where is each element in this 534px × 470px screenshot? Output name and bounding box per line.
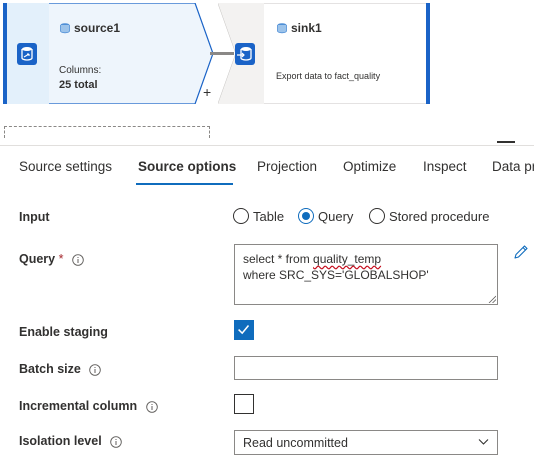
- sink-node-description: Export data to fact_quality: [276, 71, 381, 81]
- tab-data-preview[interactable]: Data pr: [492, 159, 534, 174]
- query-line-1-prefix: select * from: [243, 252, 314, 266]
- tab-source-options[interactable]: Source options: [138, 159, 236, 174]
- add-transformation-button[interactable]: +: [203, 84, 211, 100]
- source-node-title: source1: [74, 21, 121, 35]
- isolation-level-label: Isolation level: [19, 434, 122, 448]
- settings-tab-bar: Source settings Source options Projectio…: [0, 145, 534, 185]
- sink-node-selection-bar: [426, 3, 430, 104]
- radio-table[interactable]: Table: [233, 207, 284, 225]
- isolation-level-selected: Read uncommitted: [243, 436, 348, 450]
- isolation-level-info-icon[interactable]: [110, 435, 122, 448]
- radio-query-circle: [298, 208, 314, 224]
- incremental-column-checkbox[interactable]: [234, 394, 254, 414]
- resize-grip-icon[interactable]: [488, 295, 496, 303]
- radio-stored-procedure[interactable]: Stored procedure: [369, 207, 489, 225]
- batch-size-info-icon[interactable]: [89, 363, 102, 376]
- batch-size-label: Batch size: [19, 362, 102, 376]
- columns-count: 25 total: [59, 79, 98, 91]
- radio-stored-procedure-circle: [369, 208, 385, 224]
- active-tab-indicator: [136, 183, 233, 185]
- edit-pencil-icon[interactable]: [513, 244, 529, 260]
- sink-database-icon: [235, 43, 255, 65]
- incremental-column-label: Incremental column: [19, 399, 158, 413]
- source1-node[interactable]: source1 Columns: 25 total: [3, 3, 213, 104]
- enable-staging-label: Enable staging: [19, 325, 108, 339]
- query-label: Query *: [19, 252, 84, 266]
- tab-inspect[interactable]: Inspect: [423, 159, 467, 174]
- radio-stored-procedure-label: Stored procedure: [389, 208, 490, 224]
- input-label: Input: [19, 210, 50, 224]
- chevron-down-icon: [478, 439, 489, 445]
- query-line-1: select * from quality_temp: [243, 251, 489, 267]
- tab-optimize[interactable]: Optimize: [343, 159, 396, 174]
- tab-source-settings[interactable]: Source settings: [19, 159, 112, 174]
- isolation-level-dropdown[interactable]: Read uncommitted: [234, 430, 498, 455]
- isolation-level-label-text: Isolation level: [19, 434, 102, 448]
- radio-query[interactable]: Query: [298, 207, 353, 225]
- incremental-column-info-icon[interactable]: [145, 400, 158, 413]
- radio-table-circle: [233, 208, 249, 224]
- source-database-icon: [17, 43, 37, 65]
- query-info-icon[interactable]: [72, 253, 84, 266]
- query-line-2: where SRC_SYS='GLOBALSHOP': [243, 268, 429, 282]
- enable-staging-checkbox[interactable]: [234, 320, 254, 340]
- batch-size-label-text: Batch size: [19, 362, 81, 376]
- radio-table-label: Table: [253, 208, 285, 224]
- batch-size-input[interactable]: [234, 356, 498, 380]
- required-marker: *: [58, 252, 64, 266]
- incremental-column-label-text: Incremental column: [19, 399, 138, 413]
- query-label-text: Query: [19, 252, 56, 266]
- columns-label: Columns:: [59, 65, 102, 76]
- data-flow-canvas: source1 Columns: 25 total + sink1 Export…: [0, 0, 534, 140]
- radio-query-label: Query: [318, 208, 354, 224]
- sink-node-title: sink1: [291, 21, 322, 35]
- query-table-name: quality_temp: [313, 252, 382, 266]
- source-type-icon: [60, 23, 70, 34]
- query-textarea[interactable]: select * from quality_temp where SRC_SYS…: [234, 244, 498, 305]
- checkmark-icon: [238, 325, 250, 335]
- sink-type-icon: [277, 23, 287, 34]
- tab-projection[interactable]: Projection: [257, 159, 317, 174]
- sink1-node[interactable]: sink1 Export data to fact_quality: [218, 3, 430, 104]
- panel-resize-handle[interactable]: [497, 141, 515, 143]
- dashed-selection-outline: [4, 126, 210, 138]
